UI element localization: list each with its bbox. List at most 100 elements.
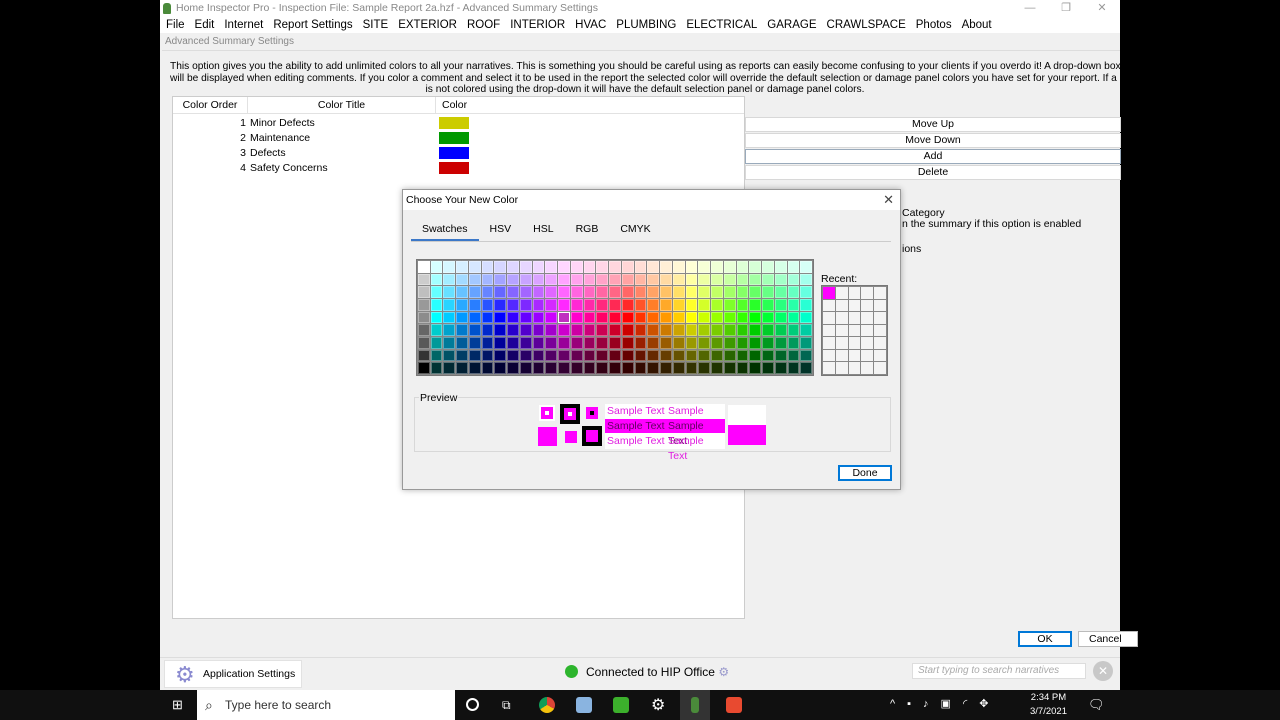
color-swatch[interactable] xyxy=(647,349,660,362)
color-swatch[interactable] xyxy=(634,273,647,286)
color-swatch[interactable] xyxy=(456,299,468,311)
color-swatch[interactable] xyxy=(736,362,749,374)
recent-swatch[interactable] xyxy=(823,337,835,349)
recent-swatch[interactable] xyxy=(861,362,874,374)
color-swatch[interactable] xyxy=(685,362,698,374)
home-inspector-taskbar-icon[interactable] xyxy=(680,690,710,720)
color-swatch[interactable] xyxy=(762,311,774,324)
color-swatch[interactable] xyxy=(749,362,762,374)
color-swatch[interactable] xyxy=(494,299,507,311)
color-swatch[interactable] xyxy=(698,337,711,349)
color-swatch[interactable] xyxy=(583,273,596,286)
color-swatch[interactable] xyxy=(711,349,723,362)
color-swatch[interactable] xyxy=(711,311,723,324)
color-swatch[interactable] xyxy=(621,273,634,286)
cancel-button[interactable]: Cancel xyxy=(1078,631,1138,647)
recent-swatch[interactable] xyxy=(848,312,861,324)
color-swatch[interactable] xyxy=(494,261,507,273)
color-swatch[interactable] xyxy=(749,337,762,349)
tab-hsv[interactable]: HSV xyxy=(479,220,523,241)
color-swatch[interactable] xyxy=(660,362,672,374)
color-swatch[interactable] xyxy=(532,337,545,349)
color-swatch[interactable] xyxy=(596,337,609,349)
color-swatch[interactable] xyxy=(736,349,749,362)
color-swatch[interactable] xyxy=(736,299,749,311)
color-swatch[interactable] xyxy=(647,273,660,286)
color-swatch[interactable] xyxy=(596,299,609,311)
color-swatch[interactable] xyxy=(621,286,634,298)
color-swatch[interactable] xyxy=(532,299,545,311)
color-swatch[interactable] xyxy=(609,261,621,273)
recent-swatch[interactable] xyxy=(835,324,848,337)
color-swatch[interactable] xyxy=(711,337,723,349)
color-swatch[interactable] xyxy=(545,261,558,273)
color-swatch[interactable] xyxy=(672,286,685,298)
color-swatch[interactable] xyxy=(570,337,583,349)
recent-swatch[interactable] xyxy=(861,299,874,312)
color-swatch[interactable] xyxy=(443,362,456,374)
color-swatch[interactable] xyxy=(634,337,647,349)
header-color[interactable]: Color xyxy=(436,97,744,114)
color-swatch[interactable] xyxy=(570,324,583,336)
color-swatch[interactable] xyxy=(545,349,558,362)
color-swatch[interactable] xyxy=(634,286,647,298)
color-swatch[interactable] xyxy=(736,324,749,336)
camtasia-red-icon[interactable] xyxy=(726,697,742,713)
color-swatch[interactable] xyxy=(800,299,812,311)
color-swatch[interactable] xyxy=(430,337,443,349)
recent-swatch[interactable] xyxy=(861,287,874,299)
color-swatch[interactable] xyxy=(749,311,762,324)
color-swatch[interactable] xyxy=(558,286,570,298)
color-swatch[interactable] xyxy=(723,273,736,286)
color-swatch[interactable] xyxy=(647,337,660,349)
color-swatch[interactable] xyxy=(443,349,456,362)
color-swatch[interactable] xyxy=(545,337,558,349)
color-swatch[interactable] xyxy=(519,362,532,374)
recent-swatch[interactable] xyxy=(835,312,848,324)
color-swatch[interactable] xyxy=(456,349,468,362)
color-swatch[interactable] xyxy=(660,273,672,286)
color-swatch[interactable] xyxy=(494,311,507,324)
color-swatch[interactable] xyxy=(660,324,672,336)
color-swatch[interactable] xyxy=(774,311,787,324)
color-swatch[interactable] xyxy=(481,349,494,362)
color-swatch[interactable] xyxy=(430,311,443,324)
color-swatch[interactable] xyxy=(430,324,443,336)
clock[interactable]: 2:34 PM 3/7/2021 xyxy=(1030,691,1067,719)
color-swatch[interactable] xyxy=(774,337,787,349)
recent-swatch[interactable] xyxy=(835,287,848,299)
color-swatch[interactable] xyxy=(660,337,672,349)
color-swatch[interactable] xyxy=(774,299,787,311)
color-swatch[interactable] xyxy=(685,337,698,349)
color-swatch[interactable] xyxy=(418,362,430,374)
color-swatch[interactable] xyxy=(519,261,532,273)
table-row[interactable]: 1 Minor Defects xyxy=(173,116,473,131)
color-swatch[interactable] xyxy=(583,286,596,298)
color-swatch[interactable] xyxy=(532,311,545,324)
color-swatch[interactable] xyxy=(468,349,481,362)
color-swatch[interactable] xyxy=(443,324,456,336)
color-swatch[interactable] xyxy=(558,299,570,311)
color-swatch[interactable] xyxy=(621,299,634,311)
color-swatch[interactable] xyxy=(558,273,570,286)
color-swatch[interactable] xyxy=(456,311,468,324)
recent-swatch[interactable] xyxy=(861,337,874,349)
color-swatch[interactable] xyxy=(583,311,596,324)
color-swatch[interactable] xyxy=(519,349,532,362)
color-swatch[interactable] xyxy=(532,261,545,273)
recent-swatch[interactable] xyxy=(823,287,835,299)
color-swatch[interactable] xyxy=(468,362,481,374)
color-swatch[interactable] xyxy=(570,286,583,298)
color-swatch[interactable] xyxy=(519,324,532,336)
move-up-button[interactable]: Move Up xyxy=(745,117,1121,132)
color-swatch[interactable] xyxy=(723,286,736,298)
color-swatch[interactable] xyxy=(596,324,609,336)
color-swatch[interactable] xyxy=(698,273,711,286)
menu-hvac[interactable]: HVAC xyxy=(575,17,606,33)
color-swatch[interactable] xyxy=(647,362,660,374)
color-swatch[interactable] xyxy=(494,324,507,336)
recent-swatch[interactable] xyxy=(823,299,835,312)
color-swatch[interactable] xyxy=(685,349,698,362)
color-swatch[interactable] xyxy=(481,311,494,324)
color-swatch[interactable] xyxy=(430,286,443,298)
